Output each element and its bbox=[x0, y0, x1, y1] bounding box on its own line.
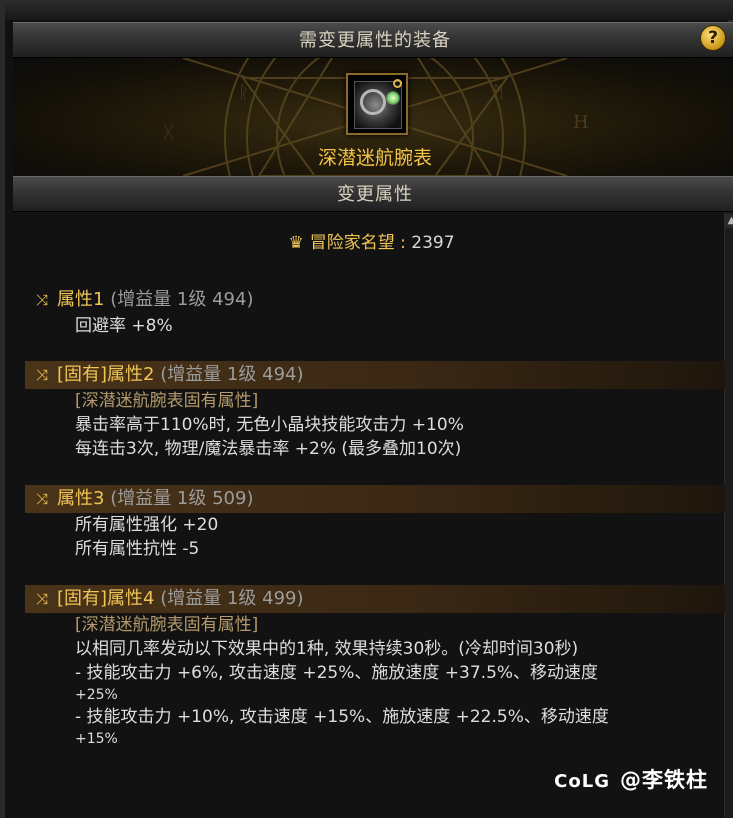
attribute-lines: 回避率 +8% bbox=[25, 314, 725, 338]
attribute-line: - 技能攻击力 +6%, 攻击速度 +25%、施放速度 +37.5%、移动速度 bbox=[75, 663, 599, 683]
attribute-title: [固有]属性2 bbox=[57, 364, 155, 385]
attribute-title: [固有]属性4 bbox=[57, 588, 155, 609]
attribute-line: [深潜迷航腕表固有属性] bbox=[75, 391, 259, 411]
attribute-section-2: ⤨ [固有]属性2 (增益量 1级 494) [深潜迷航腕表固有属性] 暴击率高于… bbox=[25, 361, 725, 461]
attribute-header[interactable]: ⤨ [固有]属性4 (增益量 1级 499) bbox=[25, 585, 725, 613]
colg-logo: CoLG bbox=[554, 771, 610, 792]
attribute-lines: [深潜迷航腕表固有属性] 以相同几率发动以下效果中的1种, 效果持续30秒。(冷… bbox=[25, 613, 725, 749]
fame-crown-icon: ♛ bbox=[288, 233, 304, 253]
attribute-gain: (增益量 1级 494) bbox=[160, 364, 304, 385]
attribute-header[interactable]: ⤨ [固有]属性2 (增益量 1级 494) bbox=[25, 361, 725, 389]
attribute-title: 属性1 bbox=[57, 289, 105, 310]
attribute-line: 所有属性强化 +20 bbox=[75, 515, 219, 535]
attribute-line: +15% bbox=[75, 731, 118, 747]
attribute-section-1: ⤨ 属性1 (增益量 1级 494) 回避率 +8% bbox=[25, 286, 725, 338]
fame-value: 2397 bbox=[411, 233, 455, 253]
svg-text:ᚷ: ᚷ bbox=[163, 122, 174, 143]
shuffle-icon[interactable]: ⤨ bbox=[31, 585, 53, 613]
watch-ring-shape bbox=[360, 89, 386, 115]
attribute-gain: (增益量 1级 509) bbox=[110, 488, 254, 509]
help-icon[interactable]: ? bbox=[700, 25, 726, 51]
window-title: 需变更属性的装备 bbox=[13, 22, 733, 58]
attribute-line: 暴击率高于110%时, 无色小晶块技能攻击力 +10% bbox=[75, 415, 464, 435]
attribute-header[interactable]: ⤨ 属性1 (增益量 1级 494) bbox=[25, 286, 725, 314]
watermark-user: @李铁柱 bbox=[620, 768, 708, 792]
svg-text:ᚱ: ᚱ bbox=[238, 82, 249, 103]
gem-glow-shape bbox=[386, 91, 400, 105]
attribute-lines: [深潜迷航腕表固有属性] 暴击率高于110%时, 无色小晶块技能攻击力 +10%… bbox=[25, 389, 725, 461]
corner-marker-icon bbox=[393, 79, 402, 88]
attribute-header[interactable]: ⤨ 属性3 (增益量 1级 509) bbox=[25, 485, 725, 513]
attribute-line: - 技能攻击力 +10%, 攻击速度 +15%、施放速度 +22.5%、移动速度 bbox=[75, 707, 609, 727]
attribute-line: 每连击3次, 物理/魔法暴击率 +2% (最多叠加10次) bbox=[75, 439, 462, 459]
attribute-line: [深潜迷航腕表固有属性] bbox=[75, 615, 259, 635]
shuffle-icon[interactable]: ⤨ bbox=[31, 286, 53, 314]
item-slot[interactable] bbox=[346, 73, 408, 135]
shuffle-icon[interactable]: ⤨ bbox=[31, 485, 53, 513]
window-top-edge bbox=[5, 0, 733, 20]
scrollbar[interactable]: ▲ bbox=[724, 212, 733, 818]
attribute-title: 属性3 bbox=[57, 488, 105, 509]
svg-text:ᛗ: ᛗ bbox=[493, 82, 504, 103]
attribute-line: 以相同几率发动以下效果中的1种, 效果持续30秒。(冷却时间30秒) bbox=[75, 639, 579, 659]
attribute-gain: (增益量 1级 499) bbox=[160, 588, 304, 609]
attribute-section-3: ⤨ 属性3 (增益量 1级 509) 所有属性强化 +20 所有属性抗性 -5 bbox=[25, 485, 725, 561]
svg-text:H: H bbox=[573, 112, 589, 133]
attribute-gain: (增益量 1级 494) bbox=[110, 289, 254, 310]
attribute-line: 所有属性抗性 -5 bbox=[75, 539, 200, 559]
item-name: 深潜迷航腕表 bbox=[317, 147, 432, 169]
attribute-line: +25% bbox=[75, 687, 118, 703]
shuffle-icon[interactable]: ⤨ bbox=[31, 361, 53, 389]
attribute-section-4: ⤨ [固有]属性4 (增益量 1级 499) [深潜迷航腕表固有属性] 以相同几率… bbox=[25, 585, 725, 749]
section-title: 变更属性 bbox=[13, 176, 733, 212]
fame-label: 冒险家名望 : bbox=[309, 233, 412, 253]
watermark: CoLG @李铁柱 bbox=[554, 764, 708, 794]
attribute-line: 回避率 +8% bbox=[75, 316, 173, 336]
scroll-up-arrow-icon[interactable]: ▲ bbox=[725, 214, 733, 228]
fame-row: ♛ 冒险家名望 : 2397 bbox=[5, 228, 733, 253]
equipment-window: 需变更属性的装备 ? ᚱ ᛗ H ᚷ 深潜迷航腕表 变更属性 ▲ ♛ 冒险家名望… bbox=[0, 0, 733, 818]
attribute-lines: 所有属性强化 +20 所有属性抗性 -5 bbox=[25, 513, 725, 561]
